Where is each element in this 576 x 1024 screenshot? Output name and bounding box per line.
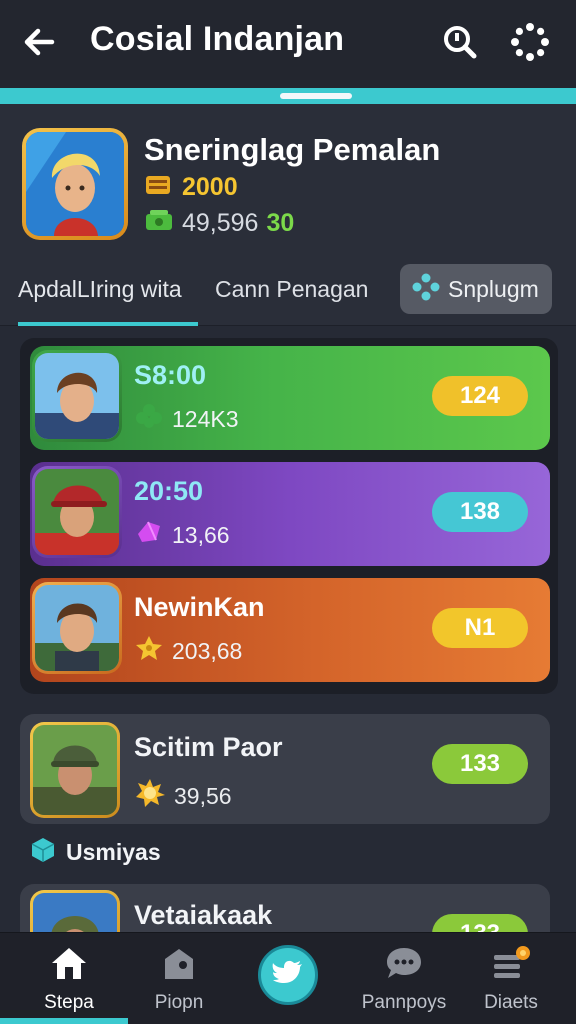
avatar [30, 722, 120, 818]
score-badge[interactable]: N1 [432, 608, 528, 648]
snplugm-label: Snplugm [448, 275, 539, 302]
card-title: S8:00 [134, 360, 207, 390]
stat-value: 49,596 [182, 209, 259, 237]
list-item[interactable]: 20:50 13,66 138 [30, 462, 550, 566]
coins-value: 2000 [182, 173, 238, 201]
menu-notification-icon [490, 945, 532, 986]
card-stat: 124K3 [134, 402, 239, 436]
card-stat-value: 13,66 [172, 521, 230, 548]
chat-icon [384, 945, 424, 986]
active-nav-indicator [0, 1018, 128, 1024]
drag-handle[interactable] [280, 93, 352, 99]
house-tag-icon [159, 945, 199, 986]
tab-bar: ApdalLIring wita Cann Penagan Snplugm [0, 264, 576, 326]
bottom-nav: Stepa Piopn Pannpoys Diaets [0, 932, 576, 1024]
section-header: Usmiyas [30, 836, 161, 869]
coin-icon [144, 172, 174, 203]
avatar [32, 582, 122, 674]
bird-icon [272, 959, 304, 992]
card-title: NewinKan [134, 592, 265, 622]
nav-label: Piopn [154, 992, 204, 1013]
section-label: Usmiyas [66, 839, 161, 865]
cog-icon [412, 273, 440, 306]
search-icon[interactable] [440, 22, 480, 62]
avatar[interactable] [22, 128, 128, 240]
nav-item-piopn[interactable]: Piopn [146, 945, 212, 1014]
money-icon [144, 208, 174, 239]
profile-header: Sneringlag Pemalan 2000 49,596 30 [0, 104, 576, 264]
accent-bar [0, 88, 576, 104]
tab-first[interactable]: ApdalLIring wita [18, 276, 182, 303]
card-title: 20:50 [134, 476, 204, 506]
cube-icon [30, 836, 56, 869]
tab-second[interactable]: Cann Penagan [215, 276, 368, 303]
stat-level: 30 [266, 209, 295, 237]
card-group: S8:00 124K3 124 20:50 13,66 138 NewinKan… [20, 338, 558, 694]
list-item[interactable]: Scitim Paor 39,56 133 [20, 714, 550, 824]
card-stat-value: 124K3 [172, 405, 239, 432]
page-title: Cosial Indanjan [90, 20, 345, 58]
nav-label: Diaets [484, 992, 538, 1013]
sun-icon [134, 778, 166, 814]
nav-label: Pannpoys [361, 992, 447, 1013]
list-item[interactable]: NewinKan 203,68 N1 [30, 578, 550, 682]
avatar [32, 350, 122, 442]
card-stat-value: 39,56 [174, 782, 232, 809]
nav-item-diets[interactable]: Diaets [476, 945, 546, 1014]
card-stat-value: 203,68 [172, 637, 243, 664]
card-title: Vetaiakaak [134, 900, 273, 930]
nav-item-home[interactable]: Stepa [36, 945, 102, 1014]
bird-fab-button[interactable] [258, 945, 318, 1005]
score-badge[interactable]: 133 [432, 744, 528, 784]
card-stat: 13,66 [134, 518, 230, 552]
stats-row: 49,596 30 [144, 208, 294, 239]
gear-icon[interactable] [508, 20, 552, 64]
score-badge[interactable]: 124 [432, 376, 528, 416]
list-item[interactable]: S8:00 124K3 124 [30, 346, 550, 450]
avatar [32, 466, 122, 558]
coins-row: 2000 [144, 172, 238, 203]
card-stat: 39,56 [134, 778, 232, 814]
gem-icon [134, 518, 164, 552]
nav-item-chat[interactable]: Pannpoys [356, 945, 452, 1014]
card-title: Scitim Paor [134, 732, 283, 762]
active-tab-indicator [18, 322, 198, 326]
home-icon [49, 945, 89, 986]
top-bar: Cosial Indanjan [0, 0, 576, 88]
back-arrow-icon[interactable] [20, 22, 60, 62]
card-stat: 203,68 [134, 634, 242, 668]
score-badge[interactable]: 138 [432, 492, 528, 532]
nav-label: Stepa [44, 992, 94, 1013]
star-icon [134, 634, 164, 668]
clover-icon [134, 402, 164, 436]
snplugm-button[interactable]: Snplugm [400, 264, 552, 314]
profile-name: Sneringlag Pemalan [144, 132, 441, 167]
